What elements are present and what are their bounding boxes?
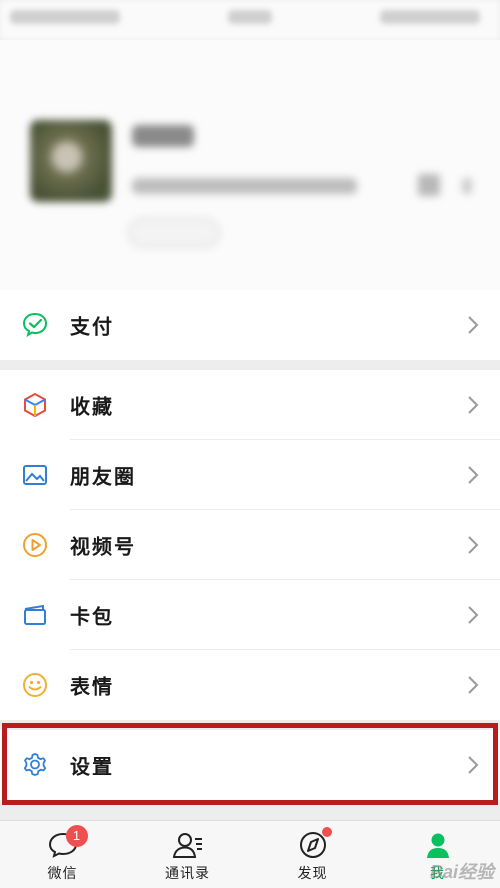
wechat-id bbox=[132, 178, 357, 194]
qr-code-icon[interactable] bbox=[418, 174, 440, 196]
tab-discover[interactable]: 发现 bbox=[250, 821, 375, 888]
cards-label: 卡包 bbox=[70, 604, 114, 629]
chevron-right-icon bbox=[468, 756, 479, 774]
watermark: Bai经验 bbox=[429, 862, 494, 882]
pay-label: 支付 bbox=[70, 314, 114, 339]
settings-group: 设置 bbox=[0, 730, 500, 800]
status-bar bbox=[0, 0, 500, 40]
chevron-right-icon bbox=[468, 316, 479, 334]
stickers-smile-icon bbox=[20, 670, 50, 700]
main-menu-group: 收藏 朋友圈 视频号 卡包 表情 bbox=[0, 370, 500, 720]
chevron-right-icon bbox=[468, 536, 479, 554]
avatar[interactable] bbox=[30, 120, 112, 202]
menu-item-pay[interactable]: 支付 bbox=[0, 290, 500, 360]
settings-gear-icon bbox=[20, 750, 50, 780]
new-dot bbox=[321, 827, 332, 837]
contacts-icon bbox=[171, 829, 205, 861]
pay-group: 支付 bbox=[0, 290, 500, 360]
menu-item-favorites[interactable]: 收藏 bbox=[0, 370, 500, 440]
profile-name bbox=[132, 125, 194, 147]
menu-item-cards[interactable]: 卡包 bbox=[0, 580, 500, 650]
chevron-right-icon bbox=[468, 606, 479, 624]
menu-item-channels[interactable]: 视频号 bbox=[0, 510, 500, 580]
menu-item-stickers[interactable]: 表情 bbox=[0, 650, 500, 720]
moments-label: 朋友圈 bbox=[70, 464, 136, 489]
chevron-right-icon bbox=[468, 466, 479, 484]
cards-wallet-icon bbox=[20, 600, 50, 630]
chevron-right-icon bbox=[468, 396, 479, 414]
favorites-label: 收藏 bbox=[70, 394, 114, 419]
unread-badge: 1 bbox=[65, 825, 88, 847]
menu-item-settings[interactable]: 设置 bbox=[0, 730, 500, 800]
tab-contacts-label: 通讯录 bbox=[165, 866, 210, 882]
stickers-label: 表情 bbox=[70, 674, 114, 699]
profile-header[interactable] bbox=[0, 40, 500, 290]
status-button[interactable] bbox=[128, 218, 220, 248]
channels-play-icon bbox=[20, 530, 50, 560]
tab-discover-label: 发现 bbox=[297, 866, 328, 882]
pay-icon bbox=[20, 310, 50, 340]
favorites-cube-icon bbox=[20, 390, 50, 420]
moments-image-icon bbox=[20, 460, 50, 490]
bottom-tab-bar: 1 微信 通讯录 发现 我 bbox=[0, 820, 500, 888]
chat-bubble-icon: 1 bbox=[46, 825, 88, 861]
profile-chevron-icon bbox=[462, 178, 472, 194]
channels-label: 视频号 bbox=[70, 534, 136, 559]
me-person-icon bbox=[421, 829, 455, 861]
settings-label: 设置 bbox=[70, 754, 114, 779]
tab-chats-label: 微信 bbox=[47, 866, 78, 882]
chevron-right-icon bbox=[468, 676, 479, 694]
tab-chats[interactable]: 1 微信 bbox=[0, 821, 125, 888]
tab-contacts[interactable]: 通讯录 bbox=[125, 821, 250, 888]
compass-icon bbox=[296, 827, 332, 861]
menu-item-moments[interactable]: 朋友圈 bbox=[0, 440, 500, 510]
